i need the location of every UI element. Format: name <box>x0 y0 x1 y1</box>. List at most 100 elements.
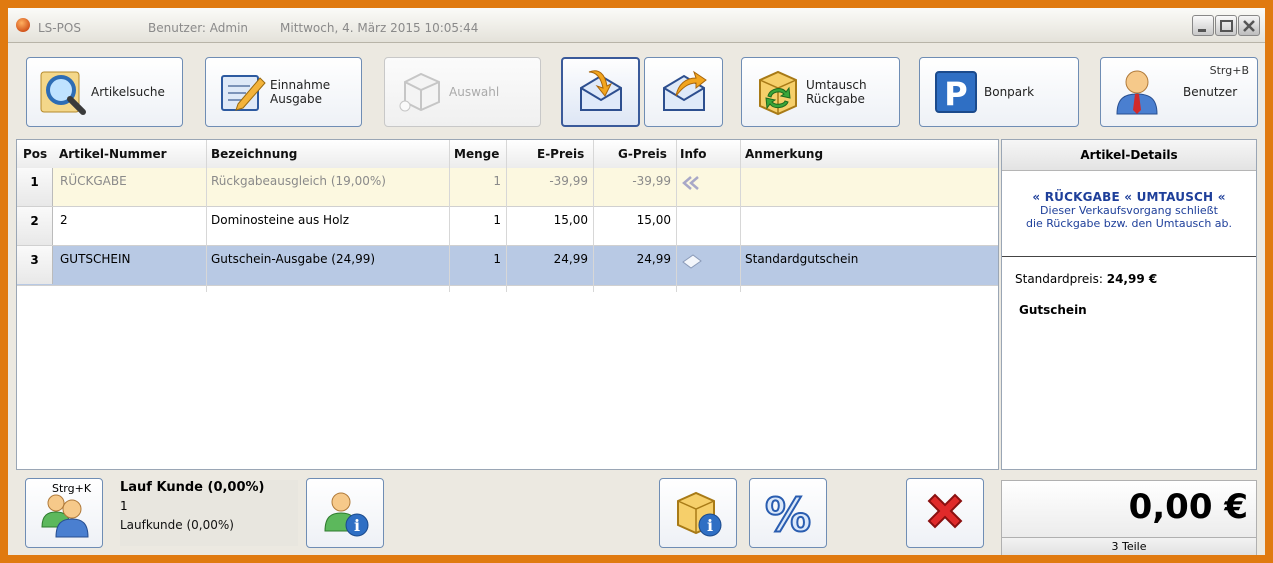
app-title: LS-POS <box>38 21 81 35</box>
artikelsuche-label: Artikelsuche <box>91 85 165 99</box>
column-divider <box>506 140 507 292</box>
row-nummer: 2 <box>60 213 68 227</box>
return-exchange-heading: « RÜCKGABE « UMTAUSCH « <box>1002 190 1256 204</box>
customer-hotkey: Strg+K <box>52 482 92 495</box>
standard-price-label: Standardpreis: <box>1015 272 1107 286</box>
row-g-preis: -39,99 <box>632 174 671 188</box>
auswahl-button[interactable]: Auswahl <box>384 57 541 127</box>
rueckgabe-label: RÜCKGABE <box>1044 190 1120 204</box>
customer-info: Lauf Kunde (0,00%) 1 Laufkunde (0,00%) <box>120 480 298 546</box>
col-g-preis[interactable]: G-Preis <box>618 147 667 161</box>
row-g-preis: 15,00 <box>636 213 671 227</box>
user-label: Benutzer: Admin <box>148 21 249 35</box>
artikelsuche-button[interactable]: Artikelsuche <box>26 57 183 127</box>
maximize-button[interactable] <box>1215 15 1237 36</box>
article-info-button[interactable]: i <box>659 478 737 548</box>
voucher-icon <box>682 254 702 269</box>
bonpark-label: Bonpark <box>984 85 1035 99</box>
row-menge: 1 <box>493 252 501 266</box>
close-window-button[interactable] <box>1238 15 1260 36</box>
svg-text:i: i <box>707 516 713 535</box>
benutzer-button[interactable]: Benutzer Strg+B <box>1100 57 1258 127</box>
details-title: Artikel-Details <box>1002 140 1256 171</box>
article-kind: Gutschein <box>1019 303 1087 317</box>
discount-button[interactable]: % <box>749 478 827 548</box>
row-pos: 1 <box>17 168 53 206</box>
col-e-preis[interactable]: E-Preis <box>537 147 584 161</box>
bonpark-button[interactable]: P Bonpark <box>919 57 1079 127</box>
return-arrows-icon <box>682 176 699 190</box>
percent-icon: % <box>764 487 812 539</box>
table-row[interactable]: 3 GUTSCHEIN Gutschein-Ausgabe (24,99) 1 … <box>17 246 998 286</box>
col-artikel-nummer[interactable]: Artikel-Nummer <box>59 147 167 161</box>
total-display: 0,00 € <box>1001 480 1257 538</box>
row-pos: 3 <box>17 246 53 284</box>
magnifier-icon <box>40 71 86 115</box>
exchange-box-icon <box>759 70 797 116</box>
row-e-preis: 15,00 <box>553 213 588 227</box>
umtausch-rueckgabe-label: Umtausch Rückgabe <box>806 78 867 106</box>
customer-id: 1 <box>120 499 128 513</box>
minimize-icon <box>1198 29 1206 32</box>
notepad-pencil-icon <box>221 75 266 111</box>
row-e-preis: 24,99 <box>553 252 588 266</box>
app-icon <box>16 18 30 32</box>
table-row[interactable]: 1 RÜCKGABE Rückgabeausgleich (19,00%) 1 … <box>17 168 998 207</box>
envelope-in-icon <box>579 70 622 111</box>
envelope-out-icon <box>662 70 707 111</box>
row-g-preis: 24,99 <box>636 252 671 266</box>
notice-line-1: Dieser Verkaufsvorgang schließt <box>1040 204 1218 217</box>
toolbar: Artikelsuche Einnahme Ausgabe Auswahl Um… <box>8 43 1265 139</box>
minimize-button[interactable] <box>1192 15 1214 36</box>
close-icon <box>1243 20 1255 32</box>
column-divider <box>676 140 677 292</box>
umtausch-rueckgabe-button[interactable]: Umtausch Rückgabe <box>741 57 900 127</box>
divider <box>1002 256 1256 257</box>
user-info-icon: i <box>324 492 369 537</box>
article-details-panel: Artikel-Details « RÜCKGABE « UMTAUSCH « … <box>1001 139 1257 470</box>
umtausch-label: UMTAUSCH <box>1136 190 1214 204</box>
standard-price: Standardpreis: 24,99 € <box>1015 272 1157 286</box>
send-button[interactable] <box>644 57 723 127</box>
benutzer-label: Benutzer <box>1183 85 1238 99</box>
notice-line-2: die Rückgabe bzw. den Umtausch ab. <box>1025 217 1233 230</box>
column-divider <box>593 140 594 292</box>
maximize-icon <box>1220 20 1233 32</box>
bottom-bar: Strg+K Lauf Kunde (0,00%) 1 Laufkunde (0… <box>8 470 1265 555</box>
customer-name: Lauf Kunde (0,00%) <box>120 480 265 495</box>
row-bezeichnung: Rückgabeausgleich (19,00%) <box>211 174 386 188</box>
customer-info-button[interactable]: i <box>306 478 384 548</box>
row-nummer: RÜCKGABE <box>60 174 127 188</box>
row-e-preis: -39,99 <box>549 174 588 188</box>
col-pos[interactable]: Pos <box>23 147 47 161</box>
title-bar: LS-POS Benutzer: Admin Mittwoch, 4. März… <box>8 8 1265 43</box>
datetime-label: Mittwoch, 4. März 2015 10:05:44 <box>280 21 479 35</box>
einnahme-ausgabe-button[interactable]: Einnahme Ausgabe <box>205 57 362 127</box>
row-menge: 1 <box>493 174 501 188</box>
customer-type: Laufkunde (0,00%) <box>120 518 234 532</box>
cancel-receipt-button[interactable] <box>906 478 984 548</box>
einnahme-ausgabe-label: Einnahme Ausgabe <box>270 78 331 106</box>
double-chevron-icon: « <box>1032 190 1041 204</box>
grid-header: Pos Artikel-Nummer Bezeichnung Menge E-P… <box>17 140 998 169</box>
col-bezeichnung[interactable]: Bezeichnung <box>211 147 297 161</box>
total-amount: 0,00 € <box>1128 487 1248 527</box>
col-anmerkung[interactable]: Anmerkung <box>745 147 823 161</box>
svg-text:P: P <box>944 75 967 113</box>
return-notice: « RÜCKGABE « UMTAUSCH « Dieser Verkaufsv… <box>1002 190 1256 230</box>
double-chevron-icon: « <box>1124 190 1133 204</box>
col-menge[interactable]: Menge <box>454 147 499 161</box>
col-info[interactable]: Info <box>680 147 706 161</box>
article-grid: Pos Artikel-Nummer Bezeichnung Menge E-P… <box>16 139 999 470</box>
table-row[interactable]: 2 2 Dominosteine aus Holz 1 15,00 15,00 <box>17 207 998 246</box>
cube-outline-icon <box>399 72 440 112</box>
customer-select-button[interactable]: Strg+K <box>25 478 103 548</box>
column-divider <box>449 140 450 292</box>
parking-icon: P <box>935 71 977 113</box>
receive-button[interactable] <box>561 57 640 127</box>
pos-window: LS-POS Benutzer: Admin Mittwoch, 4. März… <box>8 8 1265 555</box>
user-icon <box>1116 70 1158 115</box>
row-bezeichnung: Dominosteine aus Holz <box>211 213 350 227</box>
double-chevron-icon: « <box>1217 190 1226 204</box>
auswahl-label: Auswahl <box>449 85 500 99</box>
